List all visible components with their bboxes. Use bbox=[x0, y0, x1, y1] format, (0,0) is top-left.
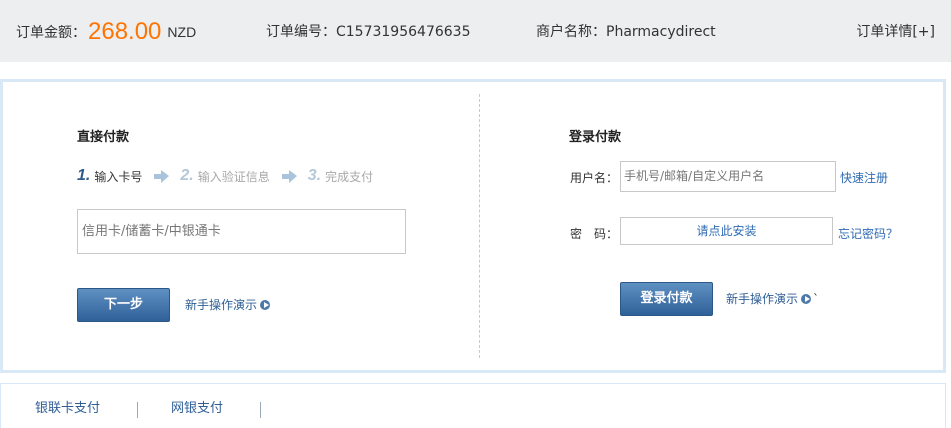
order-number: 订单编号：C15731956476635 bbox=[266, 0, 470, 62]
card-number-input[interactable]: 信用卡/储蓄卡/中银通卡 bbox=[77, 209, 406, 254]
order-number-value: C15731956476635 bbox=[336, 24, 471, 40]
step-3: 3. 完成支付 bbox=[308, 167, 373, 185]
login-demo-label: 新手操作演示 bbox=[726, 292, 799, 306]
direct-pay-section: 直接付款 1. 输入卡号 2. 输入验证信息 3. 完成支付 信用卡/储蓄卡/中… bbox=[3, 82, 479, 370]
password-label: 密 码： bbox=[570, 227, 619, 241]
username-input[interactable]: 手机号/邮箱/自定义用户名 bbox=[620, 161, 836, 192]
login-demo-link[interactable]: 新手操作演示 ` bbox=[726, 290, 819, 307]
login-pay-title: 登录付款 bbox=[569, 130, 622, 145]
arrow-right-icon bbox=[281, 170, 298, 183]
step-1-number: 1. bbox=[77, 167, 91, 184]
quick-register-link[interactable]: 快速注册 bbox=[840, 169, 888, 186]
next-step-button[interactable]: 下一步 bbox=[77, 288, 170, 322]
step-3-number: 3. bbox=[307, 167, 322, 184]
order-amount-currency: NZD bbox=[167, 24, 197, 40]
play-icon bbox=[260, 299, 271, 310]
step-3-label: 完成支付 bbox=[325, 169, 374, 184]
order-number-label: 订单编号： bbox=[266, 24, 336, 40]
login-pay-button[interactable]: 登录付款 bbox=[620, 282, 713, 316]
order-info-bar: 订单金额：268.00 NZD 订单编号：C15731956476635 商户名称… bbox=[0, 0, 951, 62]
arrow-right-icon bbox=[154, 170, 170, 183]
payment-panel: 直接付款 1. 输入卡号 2. 输入验证信息 3. 完成支付 信用卡/储蓄卡/中… bbox=[0, 79, 946, 373]
tab-unionpay-card[interactable]: 银联卡支付 bbox=[35, 384, 100, 428]
merchant-name: 商户名称：Pharmacydirect bbox=[536, 0, 716, 62]
password-install-control[interactable]: 请点此安装 bbox=[620, 217, 833, 245]
login-pay-section: 登录付款 用户名： 手机号/邮箱/自定义用户名 快速注册 密 码： 请点此安装 … bbox=[480, 82, 946, 370]
tab-separator bbox=[260, 402, 261, 418]
order-detail-link[interactable]: 订单详情[+] bbox=[856, 0, 935, 62]
direct-demo-link[interactable]: 新手操作演示 bbox=[185, 296, 271, 313]
forgot-password-link[interactable]: 忘记密码？ bbox=[838, 225, 898, 242]
username-label: 用户名： bbox=[570, 171, 619, 185]
step-1: 1. 输入卡号 bbox=[77, 167, 142, 185]
step-1-label: 输入卡号 bbox=[94, 169, 143, 184]
direct-demo-label: 新手操作演示 bbox=[185, 298, 258, 312]
direct-pay-title: 直接付款 bbox=[77, 130, 130, 145]
order-amount-label: 订单金额： bbox=[16, 25, 86, 41]
step-2-number: 2. bbox=[180, 167, 194, 184]
trailing-mark: ` bbox=[813, 291, 820, 306]
order-amount: 订单金额：268.00 NZD bbox=[16, 0, 196, 62]
payment-method-tabs: 银联卡支付 网银支付 bbox=[0, 383, 946, 428]
merchant-name-value: Pharmacydirect bbox=[606, 24, 716, 40]
step-2: 2. 输入验证信息 bbox=[180, 167, 269, 185]
play-icon bbox=[801, 293, 812, 304]
payment-steps: 1. 输入卡号 2. 输入验证信息 3. 完成支付 bbox=[77, 166, 373, 186]
step-2-label: 输入验证信息 bbox=[197, 169, 270, 184]
tab-separator bbox=[137, 402, 138, 418]
merchant-name-label: 商户名称： bbox=[536, 24, 606, 40]
order-amount-value: 268.00 bbox=[88, 18, 162, 45]
tab-online-banking[interactable]: 网银支付 bbox=[171, 384, 223, 428]
